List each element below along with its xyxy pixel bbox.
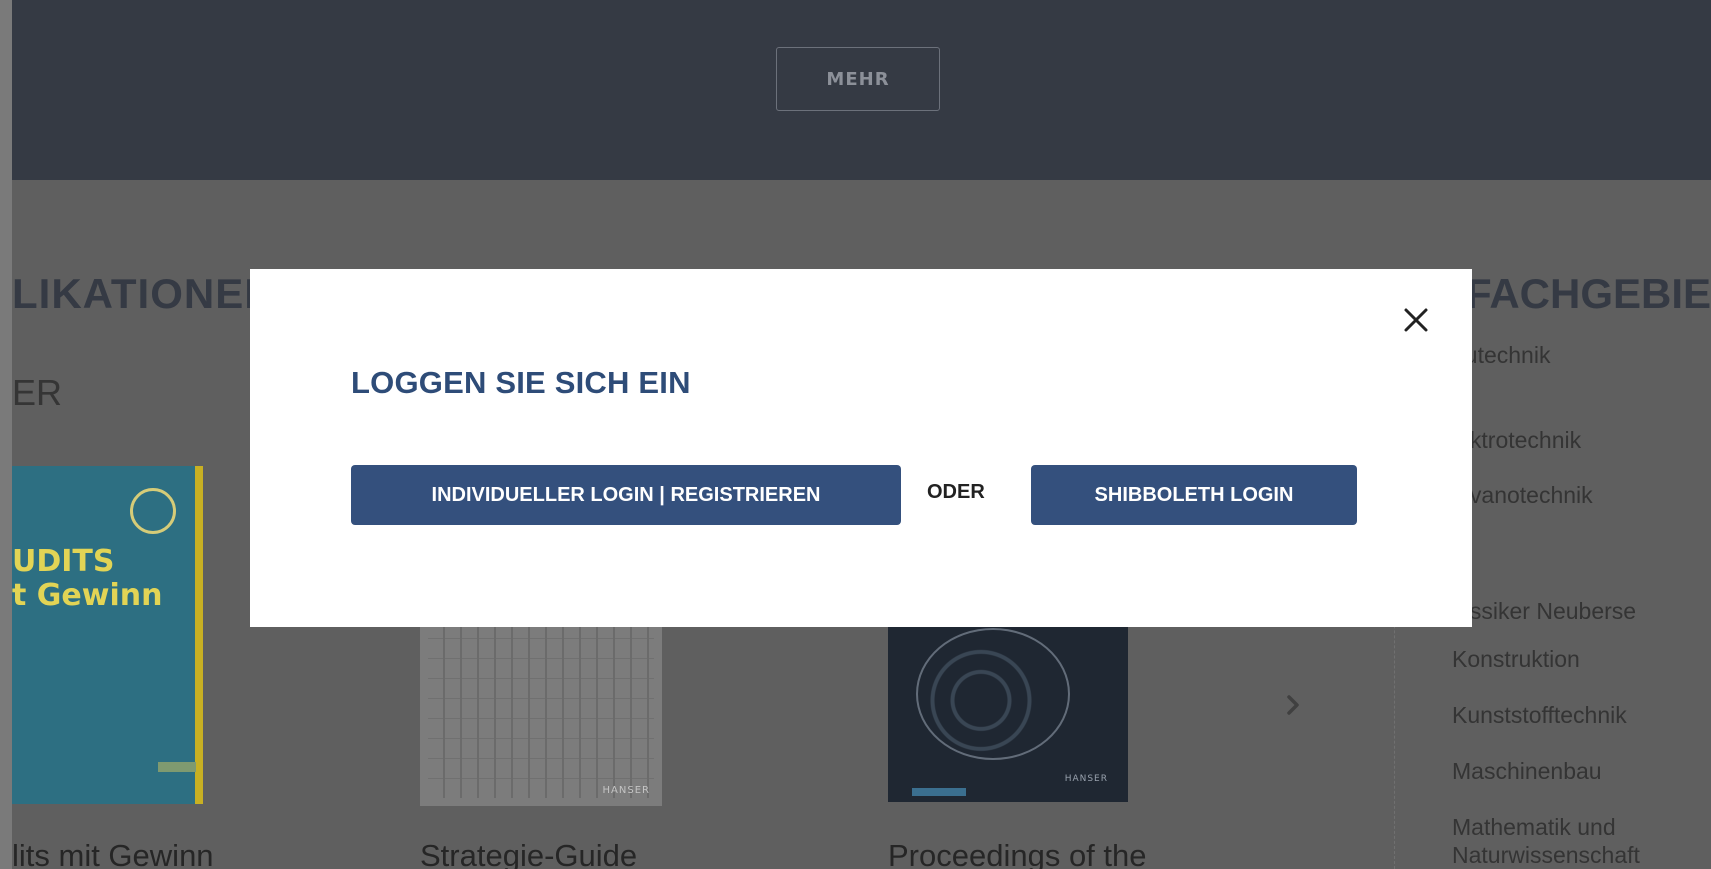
chevron-right-icon xyxy=(1287,695,1299,715)
close-button[interactable] xyxy=(1399,303,1433,337)
maze-pattern xyxy=(428,600,654,798)
categories-heading: FACHGEBIE xyxy=(1466,270,1711,317)
individual-login-button[interactable]: INDIVIDUELLER LOGIN | REGISTRIEREN xyxy=(351,465,901,525)
book-title-3[interactable]: Proceedings of the xyxy=(888,838,1147,869)
badge-icon xyxy=(130,488,176,534)
left-edge-strip xyxy=(0,0,12,869)
book-cover-3[interactable]: HANSER xyxy=(888,606,1128,802)
category-item[interactable]: Konstruktion xyxy=(1452,646,1580,673)
category-item[interactable]: Maschinenbau xyxy=(1452,758,1602,785)
close-icon xyxy=(1404,308,1428,332)
book-cover-tag xyxy=(158,762,196,772)
book-cover-line-1: UDITS xyxy=(12,544,115,579)
carousel-next-button[interactable] xyxy=(1276,688,1310,722)
category-item[interactable]: lassiker Neuberse xyxy=(1452,598,1636,625)
publisher-brand: HANSER xyxy=(1064,774,1108,784)
fossil-illustration xyxy=(916,628,1070,760)
category-item[interactable]: Naturwissenschaft xyxy=(1452,842,1640,869)
or-label: ODER xyxy=(927,481,985,503)
more-button[interactable]: MEHR xyxy=(776,47,940,111)
book-title-1[interactable]: lits mit Gewinn xyxy=(12,838,214,869)
category-item[interactable]: alvanotechnik xyxy=(1452,482,1593,509)
publications-subheading: ER xyxy=(12,372,63,413)
book-cover-1[interactable]: UDITS t Gewinn xyxy=(12,466,203,804)
shibboleth-login-button[interactable]: SHIBBOLETH LOGIN xyxy=(1031,465,1357,525)
publications-heading: LIKATIONEN xyxy=(12,270,276,317)
hero-banner: MEHR xyxy=(0,0,1711,180)
login-modal: LOGGEN SIE SICH EIN INDIVIDUELLER LOGIN … xyxy=(250,269,1472,627)
page: MEHR LIKATIONEN ER UDITS t Gewinn HANSER… xyxy=(0,0,1711,869)
book-cover-tag xyxy=(912,788,966,796)
book-cover-line-2: t Gewinn xyxy=(12,578,163,613)
book-title-2[interactable]: Strategie-Guide xyxy=(420,838,637,869)
publisher-brand: HANSER xyxy=(602,785,650,796)
category-item[interactable]: Kunststofftechnik xyxy=(1452,702,1627,729)
modal-title: LOGGEN SIE SICH EIN xyxy=(351,365,691,400)
category-item[interactable]: Mathematik und xyxy=(1452,814,1616,841)
